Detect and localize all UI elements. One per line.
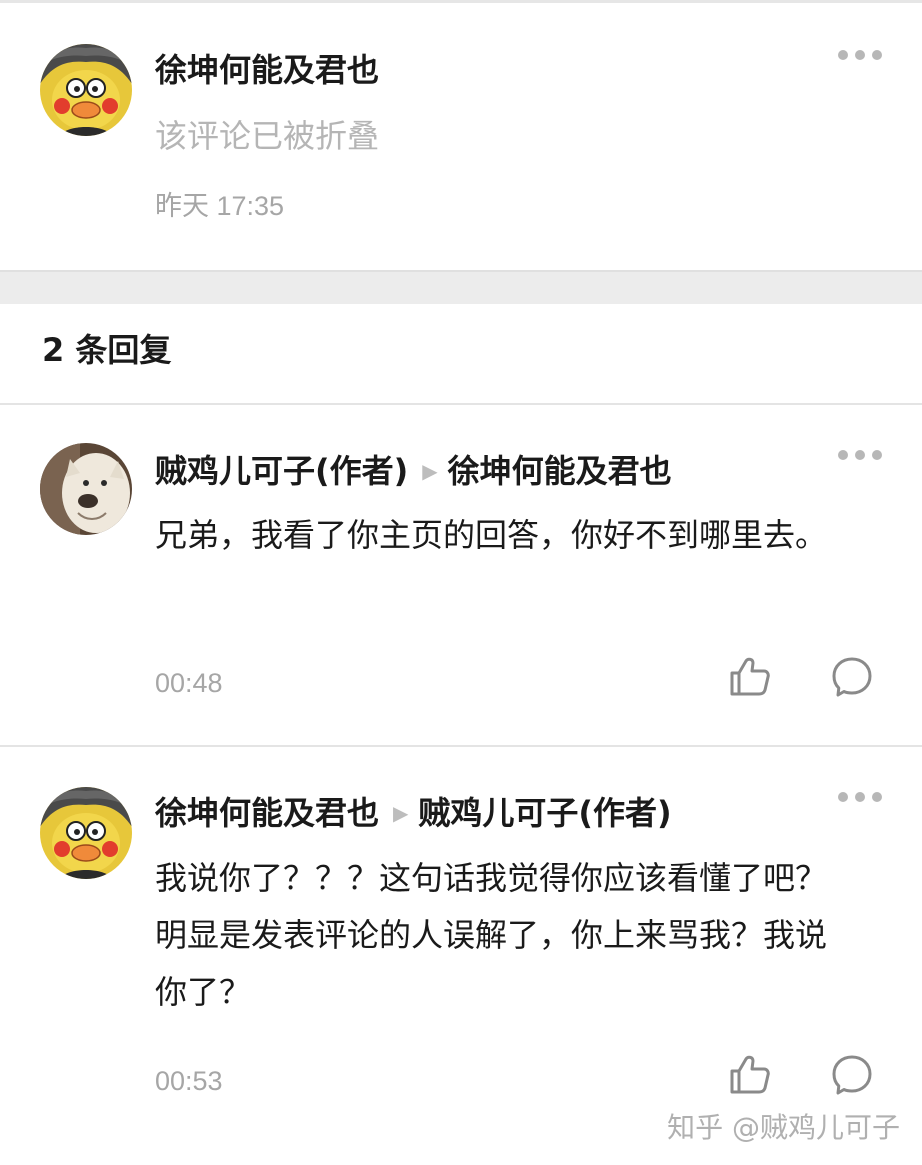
comment-bubble-icon[interactable]: [830, 1053, 874, 1097]
folded-notice[interactable]: 该评论已被折叠: [155, 114, 379, 158]
avatar-duck[interactable]: [40, 787, 132, 879]
comment-time: 昨天 17:35: [155, 191, 285, 221]
reply-author-row: 贼鸡儿可子(作者) ▶ 徐坤何能及君也: [155, 449, 752, 493]
comment-author[interactable]: 徐坤何能及君也: [155, 48, 752, 92]
reply-time: 00:53: [155, 1066, 223, 1096]
comment-thread-page: 徐坤何能及君也 该评论已被折叠 昨天 17:35 2 条回复 贼鸡儿可子(作者)…: [0, 0, 922, 1165]
avatar-dog[interactable]: [40, 443, 132, 535]
more-dots-icon[interactable]: [838, 790, 882, 804]
watermark: 知乎 @贼鸡儿可子: [667, 1111, 900, 1144]
reply-to-name[interactable]: 徐坤何能及君也: [448, 452, 672, 490]
thumbs-up-icon[interactable]: [728, 1053, 772, 1097]
reply-text[interactable]: 兄弟，我看了你主页的回答，你好不到哪里去。: [155, 507, 845, 564]
author-name[interactable]: 贼鸡儿可子(作者): [155, 452, 408, 490]
folded-comment: 徐坤何能及君也 该评论已被折叠 昨天 17:35: [0, 0, 922, 270]
avatar-duck[interactable]: [40, 44, 132, 136]
section-separator: [0, 270, 922, 304]
thumbs-up-icon[interactable]: [728, 655, 772, 699]
author-name[interactable]: 徐坤何能及君也: [155, 794, 379, 832]
triangle-right-icon: ▶: [422, 459, 438, 483]
replies-count-header: 2 条回复: [42, 331, 172, 369]
reply-comment: 徐坤何能及君也 ▶ 贼鸡儿可子(作者) 我说你了？？？这句话我觉得你应该看懂了吧？明…: [0, 747, 922, 1165]
more-dots-icon[interactable]: [838, 48, 882, 62]
reply-to-name[interactable]: 贼鸡儿可子(作者): [418, 794, 671, 832]
comment-bubble-icon[interactable]: [830, 655, 874, 699]
triangle-right-icon: ▶: [393, 801, 409, 825]
author-name[interactable]: 徐坤何能及君也: [155, 51, 379, 89]
reply-time: 00:48: [155, 668, 223, 698]
more-dots-icon[interactable]: [838, 448, 882, 462]
reply-comment: 贼鸡儿可子(作者) ▶ 徐坤何能及君也 兄弟，我看了你主页的回答，你好不到哪里去。 …: [0, 405, 922, 745]
reply-text[interactable]: 我说你了？？？这句话我觉得你应该看懂了吧？明显是发表评论的人误解了，你上来骂我？…: [155, 850, 845, 1021]
reply-author-row: 徐坤何能及君也 ▶ 贼鸡儿可子(作者): [155, 791, 752, 835]
